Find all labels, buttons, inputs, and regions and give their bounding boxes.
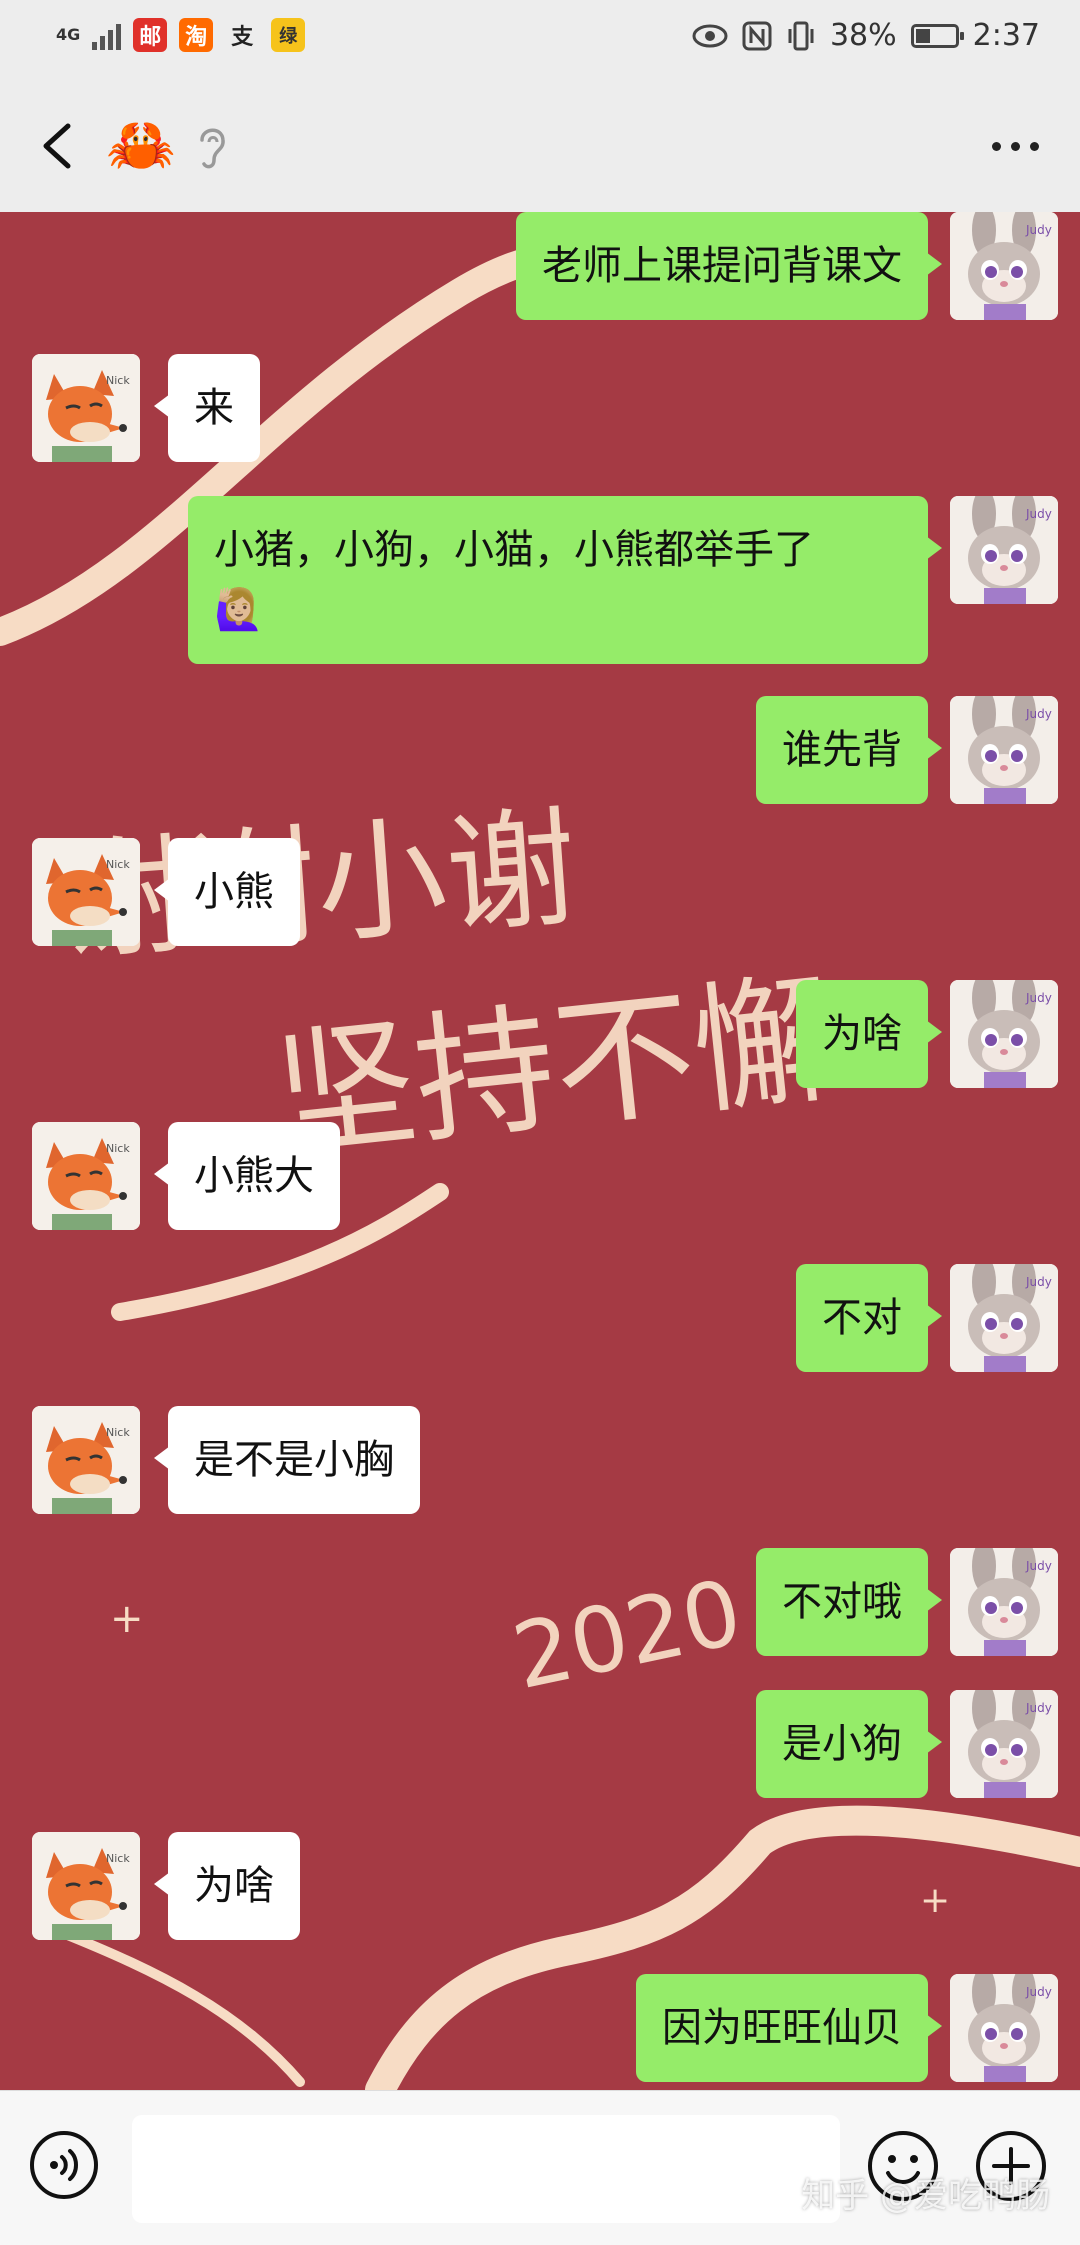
svg-text:Nick: Nick [106, 858, 130, 871]
my-avatar[interactable]: Judy [950, 1264, 1058, 1372]
clock-time: 2:37 [972, 18, 1040, 53]
vibrate-icon [788, 21, 814, 50]
sent-message-bubble[interactable]: 不对哦 [756, 1548, 942, 1656]
more-options-icon[interactable] [980, 120, 1050, 172]
chat-wallpaper: 谢谢小谢 坚持不懈 2020 + + - [0, 228, 1080, 2090]
sent-message-bubble[interactable]: 为啥 [796, 980, 942, 1088]
svg-text:+: + [110, 1596, 144, 1642]
contact-avatar[interactable]: Nick [32, 1832, 140, 1940]
svg-text:Judy: Judy [1025, 991, 1052, 1005]
alipay-app-icon: 支 [225, 18, 260, 52]
svg-text:Nick: Nick [106, 1426, 130, 1439]
nfc-icon [742, 21, 772, 50]
chat-title: 🦀 [106, 113, 176, 178]
svg-text:Judy: Judy [1025, 507, 1052, 521]
my-avatar[interactable]: Judy [950, 980, 1058, 1088]
sent-message-bubble[interactable]: 小猪，小狗，小猫，小熊都举手了 🙋🏼‍♀️ [188, 496, 942, 664]
wallpaper-text-line2: 坚持不懈 [268, 958, 842, 1179]
my-avatar[interactable]: Judy [950, 696, 1058, 804]
status-right: 38% 2:37 [692, 18, 1040, 53]
svg-text:Nick: Nick [106, 1142, 130, 1155]
network-label: 4G [56, 25, 81, 44]
status-bar: 4G 邮 淘 支 绿 38% 2:37 [0, 0, 1080, 80]
sent-message-bubble[interactable]: 谁先背 [756, 696, 942, 804]
chat-area[interactable]: 谢谢小谢 坚持不懈 2020 + + - Judy 老师上课提问背课文 Nick… [0, 212, 1080, 2090]
battery-percent: 38% [829, 18, 897, 53]
my-avatar[interactable]: Judy [950, 1548, 1058, 1656]
back-arrow-icon[interactable] [30, 116, 90, 176]
contact-avatar[interactable]: Nick [32, 1122, 140, 1230]
voice-input-icon[interactable] [28, 2129, 100, 2201]
eye-icon [692, 24, 728, 47]
message-input[interactable] [132, 2115, 840, 2223]
sent-message-bubble[interactable]: 老师上课提问背课文 [516, 212, 942, 320]
my-avatar[interactable]: Judy [950, 212, 1058, 320]
contact-avatar[interactable]: Nick [32, 838, 140, 946]
battery-icon [910, 23, 964, 48]
svg-text:Judy: Judy [1025, 223, 1052, 237]
svg-text:Nick: Nick [106, 374, 130, 387]
taobao-app-icon: 淘 [179, 18, 214, 52]
earpiece-mode-icon [200, 128, 225, 169]
signal-icon [92, 20, 122, 50]
svg-text:+: + [920, 1880, 950, 1921]
sent-message-bubble[interactable]: 不对 [796, 1264, 942, 1372]
svg-text:Nick: Nick [106, 1852, 130, 1865]
svg-text:Judy: Judy [1025, 1701, 1052, 1715]
post-app-icon: 邮 [133, 18, 168, 52]
zhihu-watermark: 知乎 @爱吃鸭肠 [801, 2176, 1050, 2216]
svg-text:Judy: Judy [1025, 1275, 1052, 1289]
status-left: 4G 邮 淘 支 绿 [56, 18, 306, 52]
svg-text:Judy: Judy [1025, 1559, 1052, 1573]
my-avatar[interactable]: Judy [950, 496, 1058, 604]
my-avatar[interactable]: Judy [950, 1690, 1058, 1798]
received-message-bubble[interactable]: 为啥 [154, 1832, 300, 1940]
received-message-bubble[interactable]: 小熊大 [154, 1122, 340, 1230]
title-bar: 🦀 [0, 80, 1080, 213]
sent-message-bubble[interactable]: 因为旺旺仙贝 [636, 1974, 942, 2082]
received-message-bubble[interactable]: 小熊 [154, 838, 300, 946]
my-avatar[interactable]: Judy [950, 1974, 1058, 2082]
contact-avatar[interactable]: Nick [32, 1406, 140, 1514]
green-app-icon: 绿 [271, 18, 306, 52]
svg-text:Judy: Judy [1025, 1985, 1052, 1999]
wallpaper-text-year: 2020 [504, 1560, 750, 1710]
sent-message-bubble[interactable]: 是小狗 [756, 1690, 942, 1798]
received-message-bubble[interactable]: 是不是小胸 [154, 1406, 420, 1514]
contact-avatar[interactable]: Nick [32, 354, 140, 462]
received-message-bubble[interactable]: 来 [154, 354, 260, 462]
svg-text:Judy: Judy [1025, 707, 1052, 721]
